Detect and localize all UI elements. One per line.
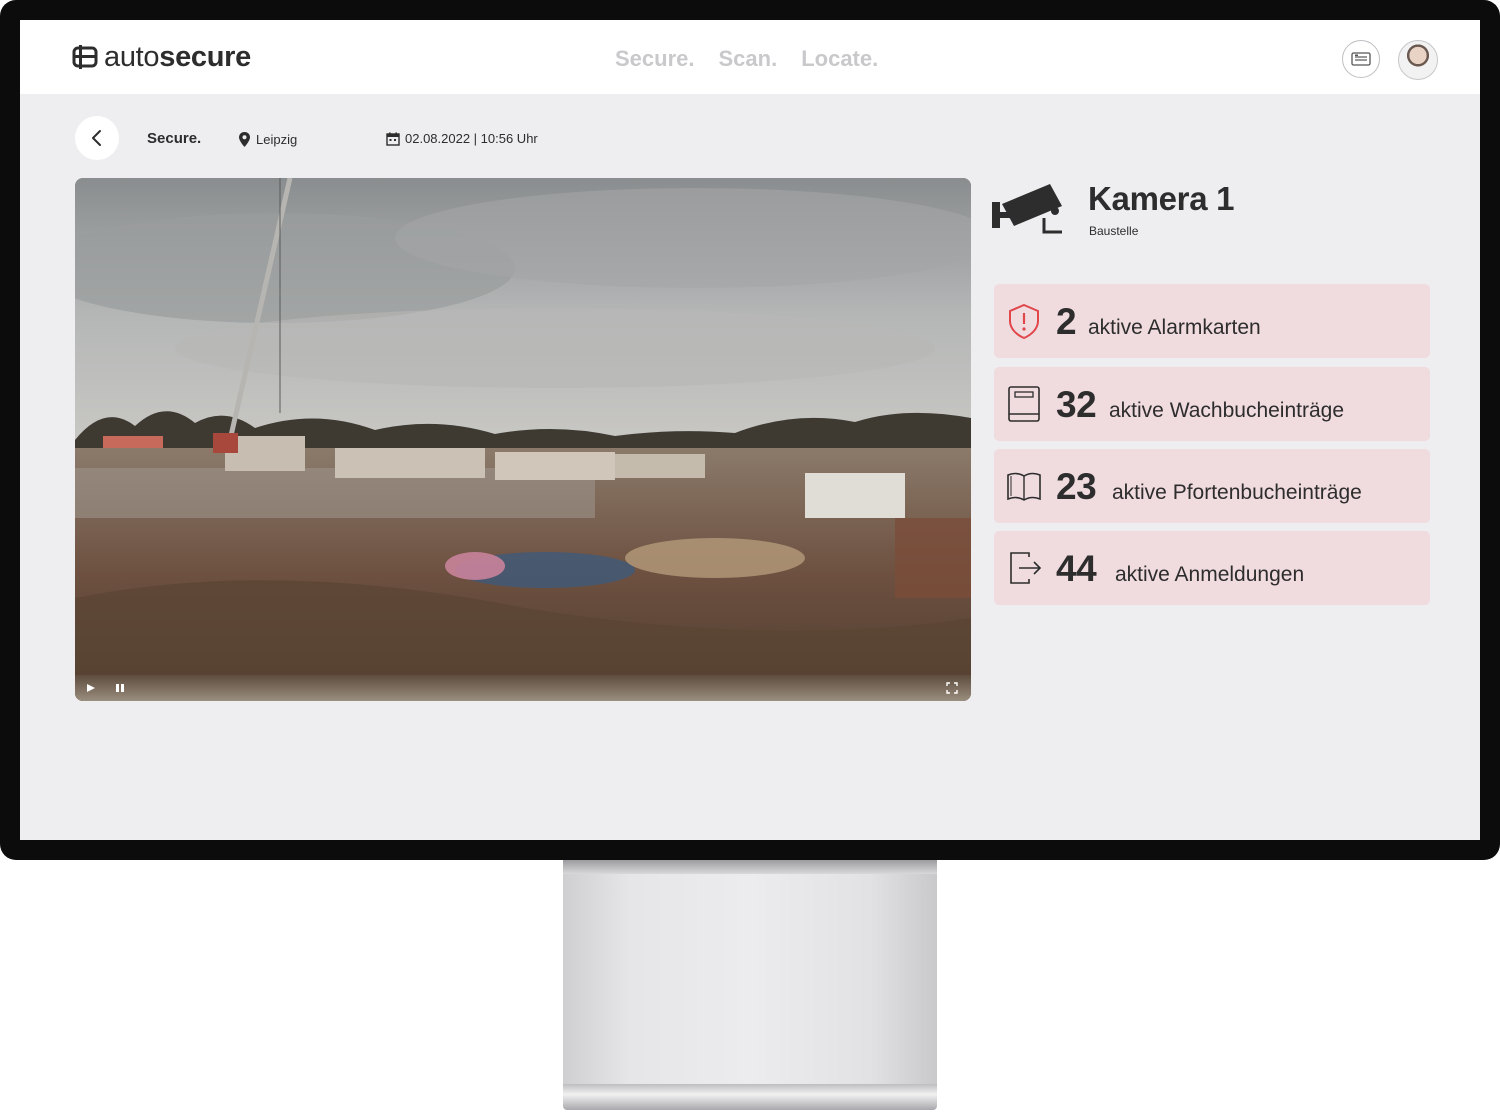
camera-video-player[interactable] [75, 178, 971, 701]
chevron-left-icon [92, 130, 101, 146]
pause-icon[interactable] [114, 681, 126, 695]
app-screen: autosecure Secure. Scan. Locate. Secure.… [20, 20, 1480, 840]
login-icon [1010, 552, 1042, 584]
messages-button[interactable] [1342, 40, 1380, 78]
fullscreen-icon[interactable] [945, 681, 959, 695]
back-button[interactable] [75, 116, 119, 160]
calendar-icon [386, 132, 400, 146]
stat-value: 44 [1056, 548, 1097, 589]
stat-value: 2 [1056, 301, 1077, 342]
stat-value: 23 [1056, 466, 1097, 507]
brand-name: autosecure [104, 40, 251, 73]
nav-item-scan[interactable]: Scan. [719, 46, 778, 72]
monitor-stand [563, 860, 937, 1092]
section-title: Secure. [147, 130, 202, 147]
datetime-label: 02.08.2022 | 10:56 Uhr [386, 131, 538, 146]
video-frame [75, 178, 971, 701]
shield-alert-icon [1009, 303, 1039, 340]
stat-value: 32 [1056, 384, 1097, 425]
monitor-frame: autosecure Secure. Scan. Locate. Secure.… [0, 0, 1500, 860]
stat-label: aktive Pfortenbucheinträge [1112, 481, 1362, 504]
monitor-foot [563, 1084, 937, 1110]
stat-card-alarmkarten[interactable]: 2 aktive Alarmkarten [994, 284, 1430, 358]
location-label: Leipzig [238, 131, 297, 148]
brand-logo[interactable]: autosecure [72, 40, 251, 74]
top-bar: autosecure Secure. Scan. Locate. [20, 20, 1480, 94]
open-book-icon [1007, 472, 1041, 501]
security-camera-icon [992, 184, 1062, 234]
map-pin-icon [239, 132, 250, 147]
main-nav: Secure. Scan. Locate. [615, 46, 878, 72]
location-text: Leipzig [256, 132, 298, 147]
stat-card-anmeldungen[interactable]: 44 aktive Anmeldungen [994, 531, 1430, 605]
user-avatar[interactable] [1398, 40, 1438, 80]
nav-item-locate[interactable]: Locate. [801, 46, 878, 72]
stat-card-wachbuch[interactable]: 32 aktive Wachbucheinträge [994, 367, 1430, 441]
stat-label: aktive Anmeldungen [1115, 563, 1305, 586]
stat-card-pfortenbuch[interactable]: 23 aktive Pfortenbucheinträge [994, 449, 1430, 523]
stat-label: aktive Alarmkarten [1088, 316, 1261, 339]
datetime-text: 02.08.2022 | 10:56 Uhr [405, 131, 538, 146]
monitor-stand-joint [563, 860, 937, 874]
camera-title: Kamera 1 [1088, 180, 1235, 217]
message-card-icon [1351, 52, 1371, 66]
camera-subtitle: Baustelle [1089, 224, 1139, 238]
autosecure-logo-icon [72, 45, 98, 69]
stat-label: aktive Wachbucheinträge [1109, 399, 1345, 422]
nav-item-secure[interactable]: Secure. [615, 46, 695, 72]
video-controls [75, 675, 971, 701]
play-icon[interactable] [85, 681, 97, 695]
book-icon [1008, 386, 1040, 422]
